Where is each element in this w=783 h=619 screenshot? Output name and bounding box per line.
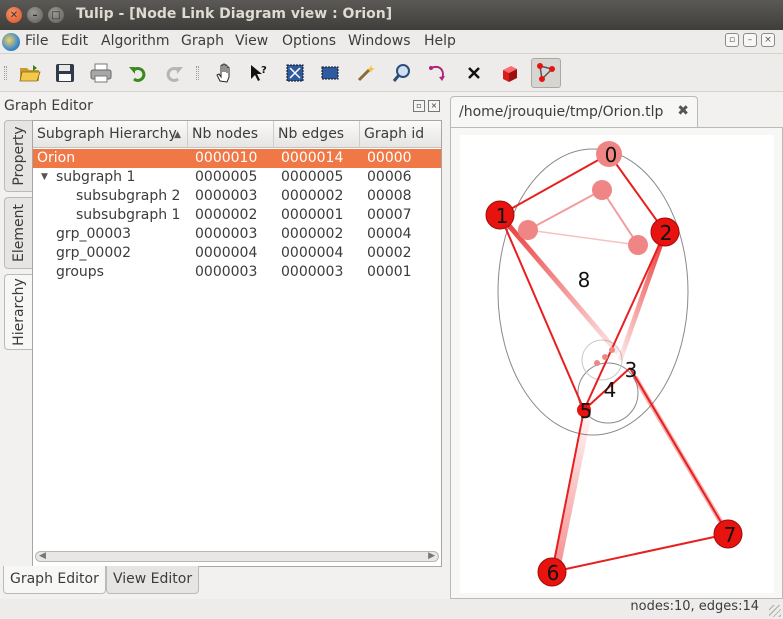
scroll-left-icon[interactable]: ◀ <box>39 549 46 563</box>
delete-x-icon[interactable] <box>462 61 486 85</box>
tree-row-subsubgraph-2[interactable]: subsubgraph 2 0000003 0000002 00008 <box>33 187 441 206</box>
mdi-minimize-icon[interactable]: – <box>743 33 757 47</box>
scroll-right-icon[interactable]: ▶ <box>428 549 435 563</box>
node-label-1: 1 <box>496 204 509 228</box>
toolbar-grip[interactable] <box>4 66 7 80</box>
edit-edge-bends-icon[interactable] <box>531 58 561 88</box>
faded-node[interactable] <box>594 360 600 366</box>
mdi-restore-icon[interactable]: ▫ <box>725 33 739 47</box>
tree-row-grp-00003[interactable]: grp_00003 0000003 0000002 00004 <box>33 225 441 244</box>
node-label-2: 2 <box>660 221 673 245</box>
open-folder-icon[interactable] <box>18 61 42 85</box>
window-minimize-button[interactable]: – <box>27 7 43 23</box>
svg-text:?: ? <box>261 65 267 76</box>
add-node-cube-icon[interactable] <box>498 61 522 85</box>
tab-graph-editor[interactable]: Graph Editor <box>3 566 106 594</box>
hand-navigate-icon[interactable] <box>212 61 236 85</box>
tab-element[interactable]: Element <box>4 197 32 269</box>
title-bar: ✕ – □ Tulip - [Node Link Diagram view : … <box>0 0 783 30</box>
window-title: Tulip - [Node Link Diagram view : Orion] <box>76 6 393 22</box>
meta-node-3-outline <box>581 339 623 381</box>
toolbar-grip[interactable] <box>196 66 199 80</box>
tree-row-grp-00002[interactable]: grp_00002 0000004 0000004 00002 <box>33 244 441 263</box>
graph-editor-panel: Graph Editor ▫ × Property Element Hierar… <box>0 92 448 599</box>
menu-bar: File Edit Algorithm Graph View Options W… <box>0 30 783 54</box>
resize-grip-icon[interactable] <box>769 605 781 617</box>
node-label-4: 4 <box>604 378 617 402</box>
tulip-app-icon[interactable] <box>2 33 20 51</box>
node-label-0: 0 <box>605 143 618 167</box>
faded-node[interactable] <box>609 347 615 353</box>
toolbar: ? <box>0 54 783 92</box>
menu-windows[interactable]: Windows <box>348 33 411 49</box>
selection-icon[interactable] <box>318 61 342 85</box>
mdi-close-icon[interactable]: × <box>761 33 775 47</box>
faded-node[interactable] <box>518 220 538 240</box>
tab-close-icon[interactable]: ✖ <box>677 103 689 119</box>
sort-ascending-icon: ▲ <box>174 130 181 140</box>
column-header-graph-id[interactable]: Graph id <box>360 121 441 148</box>
document-tab-label: /home/jrouquie/tmp/Orion.tlp <box>459 104 664 120</box>
tab-hierarchy[interactable]: Hierarchy <box>4 274 32 350</box>
view-frame: 0 1 2 3 4 5 6 7 8 <box>450 127 783 599</box>
tree-row-orion[interactable]: Orion 0000010 0000014 00000 <box>33 149 441 168</box>
magic-wand-icon[interactable] <box>354 61 378 85</box>
undo-icon[interactable] <box>126 61 150 85</box>
window-close-button[interactable]: ✕ <box>6 7 22 23</box>
bottom-tab-bar: Graph Editor View Editor <box>0 566 448 596</box>
menu-algorithm[interactable]: Algorithm <box>101 33 170 49</box>
window-maximize-button[interactable]: □ <box>48 7 64 23</box>
horizontal-scrollbar[interactable]: ◀ ▶ <box>35 549 439 563</box>
save-disk-icon[interactable] <box>53 61 77 85</box>
node-label-7: 7 <box>724 523 737 547</box>
get-info-cursor-icon[interactable]: ? <box>247 61 271 85</box>
zoom-magnifier-icon[interactable] <box>390 61 414 85</box>
graph-canvas[interactable]: 0 1 2 3 4 5 6 7 8 <box>460 135 774 593</box>
node-label-3: 3 <box>625 358 638 382</box>
dock-close-icon[interactable]: × <box>428 100 440 112</box>
node-link-diagram[interactable]: 0 1 2 3 4 5 6 7 8 <box>460 135 774 593</box>
collapse-arrow-icon[interactable]: ▼ <box>41 168 48 187</box>
menu-file[interactable]: File <box>25 33 48 49</box>
node-label-8: 8 <box>578 268 591 292</box>
redo-icon[interactable] <box>162 61 186 85</box>
faded-node[interactable] <box>628 235 648 255</box>
column-header-nb-edges[interactable]: Nb edges <box>274 121 360 148</box>
tree-row-subsubgraph-1[interactable]: subsubgraph 1 0000002 0000001 00007 <box>33 206 441 225</box>
tree-row-groups[interactable]: groups 0000003 0000003 00001 <box>33 263 441 282</box>
menu-help[interactable]: Help <box>424 33 456 49</box>
edges <box>498 153 731 573</box>
column-header-subgraph-hierarchy[interactable]: Subgraph Hierarchy ▲ <box>33 121 188 148</box>
dock-float-icon[interactable]: ▫ <box>413 100 425 112</box>
menu-edit[interactable]: Edit <box>61 33 88 49</box>
document-tab[interactable]: /home/jrouquie/tmp/Orion.tlp ✖ <box>450 96 698 128</box>
printer-icon[interactable] <box>89 61 113 85</box>
node-label-6: 6 <box>547 561 560 585</box>
subgraph-hierarchy-tree[interactable]: Subgraph Hierarchy ▲ Nb nodes Nb edges G… <box>32 120 442 567</box>
faded-node[interactable] <box>592 180 612 200</box>
status-bar: nodes:10, edges:14 <box>0 599 783 619</box>
node-link-view-panel: /home/jrouquie/tmp/Orion.tlp ✖ 0 1 2 3 4… <box>448 92 783 599</box>
add-edge-icon[interactable] <box>426 61 450 85</box>
select-rectangle-icon[interactable] <box>283 61 307 85</box>
menu-graph[interactable]: Graph <box>181 33 224 49</box>
tree-row-subgraph-1[interactable]: ▼ subgraph 1 0000005 0000005 00006 <box>33 168 441 187</box>
tree-header: Subgraph Hierarchy ▲ Nb nodes Nb edges G… <box>33 121 441 148</box>
menu-options[interactable]: Options <box>282 33 336 49</box>
scrollbar-track[interactable] <box>35 551 439 562</box>
column-header-nb-nodes[interactable]: Nb nodes <box>188 121 274 148</box>
tab-property[interactable]: Property <box>4 120 32 192</box>
faded-node[interactable] <box>602 354 608 360</box>
side-tab-bar: Property Element Hierarchy <box>4 120 32 350</box>
node-label-5: 5 <box>580 399 593 423</box>
panel-title: Graph Editor <box>4 98 93 114</box>
tab-view-editor[interactable]: View Editor <box>106 566 200 594</box>
menu-view[interactable]: View <box>235 33 268 49</box>
status-text: nodes:10, edges:14 <box>630 599 759 614</box>
